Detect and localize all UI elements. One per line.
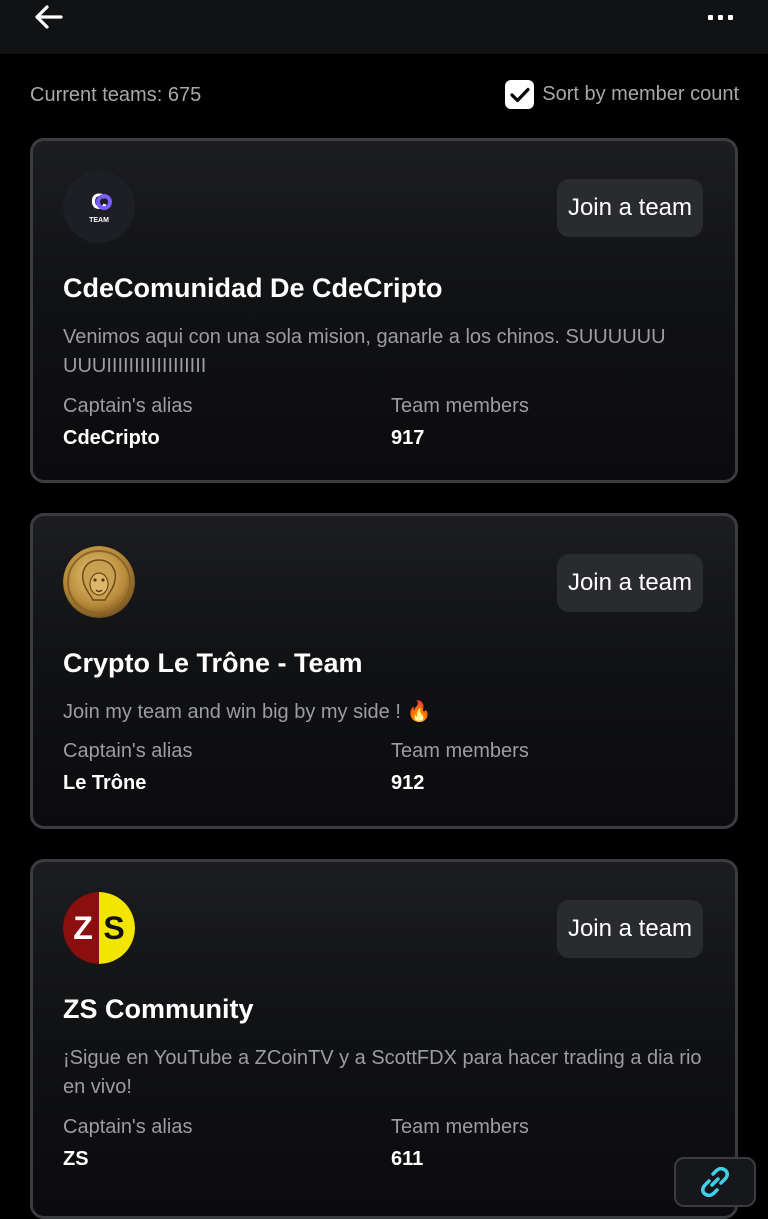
- checkmark-icon: [510, 87, 530, 102]
- lion-coin-icon: [63, 546, 135, 618]
- captain-label: Captain's alias: [63, 395, 193, 417]
- team-logo: C TEAM: [63, 171, 135, 243]
- member-count: 912: [391, 772, 425, 794]
- team-card: C TEAM Join a team CdeComunidad De CdeCr…: [30, 138, 738, 483]
- captain-alias: Le Trône: [63, 772, 147, 794]
- team-name: Crypto Le Trône - Team: [63, 648, 363, 678]
- join-team-button[interactable]: Join a team: [557, 554, 703, 612]
- team-logo: Z S: [63, 892, 135, 964]
- back-button[interactable]: [28, 0, 68, 34]
- members-label: Team members: [391, 395, 529, 417]
- join-team-button[interactable]: Join a team: [557, 900, 703, 958]
- svg-text:Z: Z: [73, 910, 93, 946]
- more-horizontal-icon: [707, 14, 733, 20]
- captain-label: Captain's alias: [63, 740, 193, 762]
- sort-toggle[interactable]: Sort by member count: [505, 80, 739, 109]
- team-count-label: Current teams: 675: [30, 84, 202, 106]
- join-team-button[interactable]: Join a team: [557, 179, 703, 237]
- members-label: Team members: [391, 740, 529, 762]
- member-count: 917: [391, 427, 425, 449]
- arrow-left-icon: [35, 5, 63, 29]
- team-description: Venimos aqui con una sola mision, ganarl…: [63, 326, 666, 377]
- sort-checkbox[interactable]: [505, 80, 535, 109]
- link-icon: [701, 1167, 729, 1197]
- team-card: Z S Join a team ZS Community ¡Sigue en Y…: [30, 859, 738, 1219]
- team-description: Join my team and win big by my side ! 🔥: [63, 701, 432, 723]
- team-card: Join a team Crypto Le Trône - Team Join …: [30, 513, 738, 829]
- more-menu-button[interactable]: [700, 0, 740, 34]
- captain-alias: CdeCripto: [63, 427, 160, 449]
- cd-team-logo-icon: C TEAM: [63, 171, 135, 243]
- member-count: 611: [391, 1148, 424, 1170]
- team-description: ¡Sigue en YouTube a ZCoinTV y a ScottFDX…: [63, 1047, 702, 1098]
- captain-label: Captain's alias: [63, 1116, 193, 1138]
- team-name: ZS Community: [63, 994, 254, 1024]
- top-app-bar: [0, 0, 768, 54]
- captain-alias: ZS: [63, 1148, 89, 1170]
- list-controls: Current teams: 675 Sort by member count: [0, 78, 768, 114]
- sort-label: Sort by member count: [542, 83, 739, 105]
- svg-text:TEAM: TEAM: [89, 217, 109, 224]
- svg-text:S: S: [103, 910, 124, 946]
- members-label: Team members: [391, 1116, 529, 1138]
- team-name: CdeComunidad De CdeCripto: [63, 273, 443, 303]
- zs-logo-icon: Z S: [63, 892, 135, 964]
- team-logo: [63, 546, 135, 618]
